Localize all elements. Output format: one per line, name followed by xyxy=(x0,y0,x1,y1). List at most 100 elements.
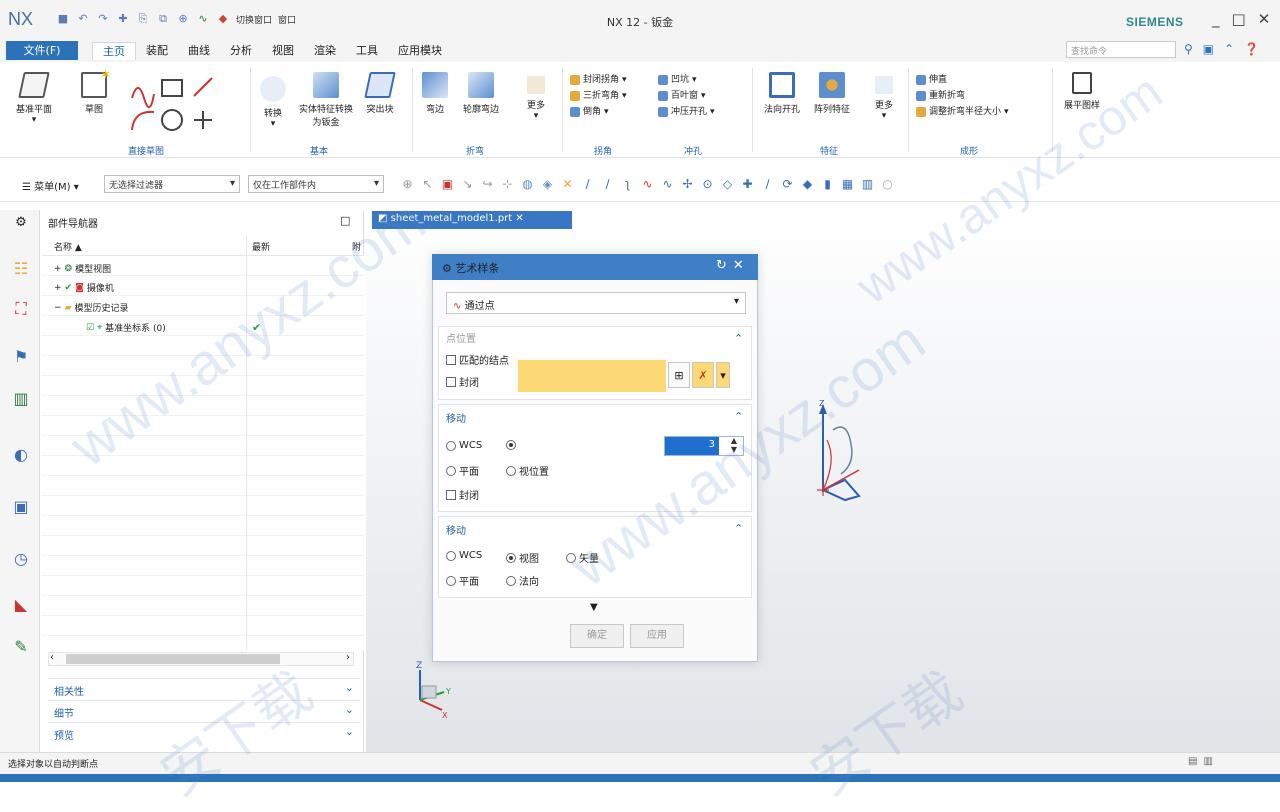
collapse-icon[interactable]: ⌃ xyxy=(734,332,743,345)
snap-icon[interactable]: ↘ xyxy=(460,177,475,192)
group-corner[interactable]: 拐角 xyxy=(594,144,612,157)
help-icon[interactable]: ❓ xyxy=(1244,42,1259,56)
collapse-icon[interactable]: ⌃ xyxy=(734,410,743,423)
column-more[interactable]: 附 xyxy=(352,240,361,253)
constraint-navigator-icon[interactable]: ⛶ xyxy=(10,298,32,320)
snap-icon[interactable]: ∕ xyxy=(580,177,595,192)
snap-icon[interactable]: ⊕ xyxy=(400,177,415,192)
tab-view[interactable]: 视图 xyxy=(262,42,304,60)
move-wcs-radio[interactable]: WCS xyxy=(446,440,482,451)
selection-scope-select[interactable]: 仅在工作部件内 xyxy=(248,175,384,193)
pattern-feature-button[interactable]: 阵列特征 xyxy=(808,72,856,115)
spline-type-select[interactable]: ∿ 通过点 xyxy=(446,292,746,314)
snap-icon[interactable]: ○ xyxy=(880,177,895,192)
ribbon-options-icon[interactable]: ▣ xyxy=(1203,42,1214,56)
point-type-dropdown-icon[interactable]: ▾ xyxy=(716,362,730,388)
move2-vector-radio[interactable]: 矢量 xyxy=(566,550,599,565)
point-dialog-icon[interactable]: ⊞ xyxy=(668,362,690,388)
more-feature-button[interactable]: 更多 ▾ xyxy=(866,76,902,121)
tab-analysis[interactable]: 分析 xyxy=(220,42,262,60)
group-feature[interactable]: 特征 xyxy=(820,144,838,157)
snap-icon[interactable]: ↪ xyxy=(480,177,495,192)
snap-icon[interactable]: ▦ xyxy=(840,177,855,192)
panel-preview[interactable]: 预览 ⌄ xyxy=(48,722,360,742)
snap-icon[interactable]: ↖ xyxy=(420,177,435,192)
snap-icon[interactable]: ◍ xyxy=(520,177,535,192)
full-screen-icon[interactable]: ▤ xyxy=(1188,756,1197,767)
snap-icon[interactable]: ⊹ xyxy=(500,177,515,192)
more-bend-button[interactable]: 更多 ▾ xyxy=(516,76,556,121)
matched-knot-checkbox[interactable]: 匹配的结点 xyxy=(446,352,509,367)
three-bend-corner-item[interactable]: 三折弯角 ▾ xyxy=(570,88,627,104)
collapse-icon[interactable]: ⌃ xyxy=(734,522,743,535)
apply-button[interactable]: 应用 xyxy=(630,624,684,648)
convert-button[interactable]: 转换 ▾ xyxy=(258,76,288,129)
reuse-library-icon[interactable]: ▥ xyxy=(10,388,32,410)
move2-view-radio[interactable]: 视图 xyxy=(506,550,539,565)
snap-icon[interactable]: ▮ xyxy=(820,177,835,192)
move2-normal-radio[interactable]: 法向 xyxy=(506,573,539,588)
type-filter-select[interactable]: 无选择过滤器 xyxy=(104,175,240,193)
scrollbar-thumb[interactable] xyxy=(66,654,280,664)
maximize-icon[interactable]: □ xyxy=(1232,10,1246,28)
move2-plane-radio[interactable]: 平面 xyxy=(446,573,479,588)
point-selection-field[interactable] xyxy=(518,360,666,392)
unbend-item[interactable]: 伸直 xyxy=(916,72,1009,88)
tab-close-icon[interactable]: ✕ xyxy=(515,213,523,224)
resize-bend-radius-item[interactable]: 调整折弯半径大小 ▾ xyxy=(916,104,1009,120)
move-view-position-radio[interactable]: 视位置 xyxy=(506,463,549,478)
move-view-radio[interactable] xyxy=(506,440,516,450)
group-basic[interactable]: 基本 xyxy=(310,144,328,157)
minimize-icon[interactable]: _ xyxy=(1212,10,1220,28)
contour-flange-button[interactable]: 轮廓弯边 xyxy=(456,72,506,115)
snap-icon[interactable]: ∕ xyxy=(600,177,615,192)
group-punch[interactable]: 冲孔 xyxy=(684,144,702,157)
flange-button[interactable]: 弯边 xyxy=(418,72,452,115)
dimple-item[interactable]: 凹坑 ▾ xyxy=(658,72,715,88)
clock-icon[interactable]: ◷ xyxy=(10,548,32,570)
status-options-icon[interactable]: ▥ xyxy=(1203,756,1212,767)
web-browser-icon[interactable]: ◐ xyxy=(10,444,32,466)
group-direct-sketch[interactable]: 直接草图 xyxy=(128,144,164,157)
column-latest[interactable]: 最新 xyxy=(252,240,270,253)
group-form[interactable]: 成形 xyxy=(960,144,978,157)
document-tab[interactable]: ◩ sheet_metal_model1.prt ✕ xyxy=(372,211,572,229)
spline-model-preview[interactable]: Z xyxy=(805,400,875,510)
collapse-ribbon-icon[interactable]: ⌃ xyxy=(1224,42,1234,56)
spinner-arrows-icon[interactable]: ▲ ▼ xyxy=(726,436,742,454)
column-name[interactable]: 名称 ▲ xyxy=(54,240,82,253)
tab-render[interactable]: 渲染 xyxy=(304,42,346,60)
snap-icon[interactable]: ⊙ xyxy=(700,177,715,192)
snap-icon[interactable]: ◈ xyxy=(540,177,555,192)
dialog-close-icon[interactable]: ✕ xyxy=(733,258,744,273)
tree-item-model-views[interactable]: + ❂ 模型视图 xyxy=(54,262,111,276)
reset-icon[interactable]: ↻ xyxy=(716,258,727,273)
main-menu-button[interactable]: ☰ 菜单(M) ▾ xyxy=(22,178,79,193)
tab-assembly[interactable]: 装配 xyxy=(136,42,178,60)
panel-dependencies[interactable]: 相关性 ⌄ xyxy=(48,678,360,698)
snap-icon[interactable]: ⟳ xyxy=(780,177,795,192)
move2-wcs-radio[interactable]: WCS xyxy=(446,550,482,561)
assembly-navigator-icon[interactable]: ☷ xyxy=(10,258,32,280)
snap-icon[interactable]: ʅ xyxy=(620,177,635,192)
roles-icon[interactable]: ✎ xyxy=(10,636,32,658)
snap-icon[interactable]: ∕ xyxy=(760,177,775,192)
tab-tools[interactable]: 工具 xyxy=(346,42,388,60)
rebend-item[interactable]: 重新折弯 xyxy=(916,88,1009,104)
panel-details[interactable]: 细节 ⌄ xyxy=(48,700,360,720)
solid-to-sheet-button[interactable]: 实体特征转换为钣金 xyxy=(296,72,356,128)
move-step-value[interactable]: 3 xyxy=(665,437,719,455)
close-icon[interactable]: ✕ xyxy=(1258,10,1271,28)
inferred-point-icon[interactable]: ✗ xyxy=(692,362,714,388)
flat-pattern-button[interactable]: 展平图样 xyxy=(1058,72,1106,111)
snap-icon[interactable]: ✚ xyxy=(740,177,755,192)
tab-applications[interactable]: 应用模块 xyxy=(388,42,452,60)
sketch-curves-icon[interactable] xyxy=(128,76,228,136)
snap-icon[interactable]: ◇ xyxy=(720,177,735,192)
snap-icon[interactable]: ✕ xyxy=(560,177,575,192)
show-more-icon[interactable]: ▼ xyxy=(590,602,598,613)
snap-icon[interactable]: ✢ xyxy=(680,177,695,192)
process-studio-icon[interactable]: ◣ xyxy=(10,594,32,616)
tree-item-model-history[interactable]: − ▰ 模型历史记录 xyxy=(54,301,128,315)
file-menu[interactable]: 文件(F) xyxy=(6,41,78,60)
